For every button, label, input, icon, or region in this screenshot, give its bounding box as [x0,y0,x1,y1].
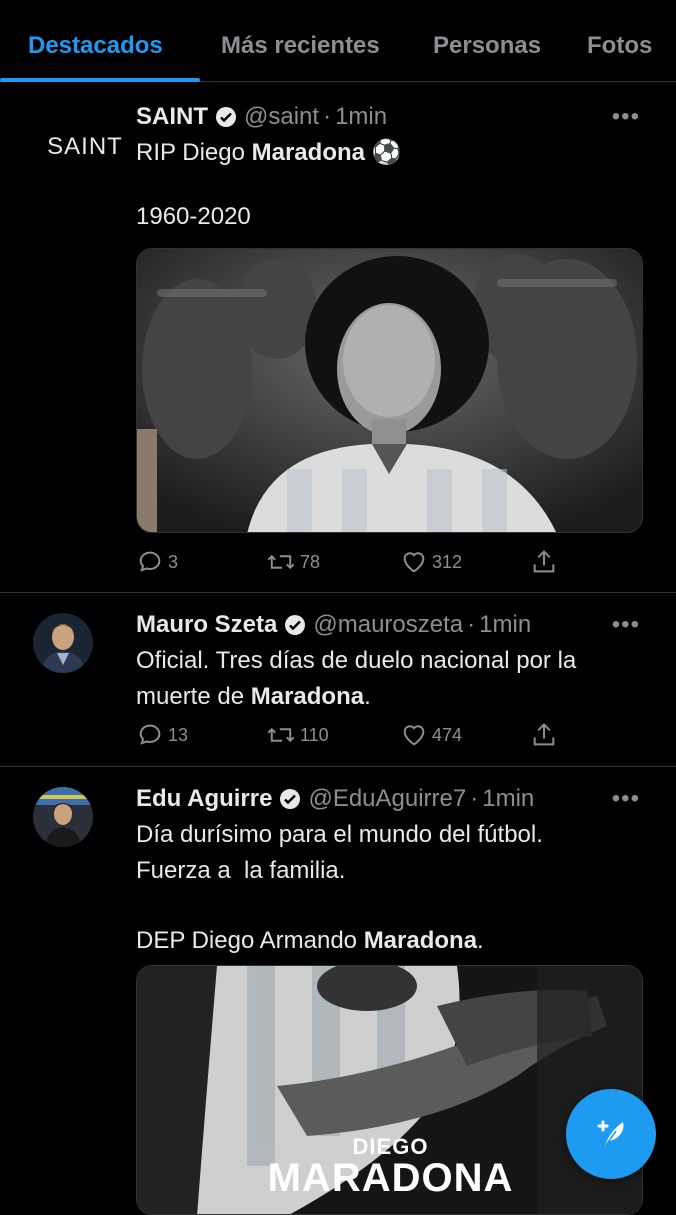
verified-badge-icon [283,613,307,637]
text-segment: muerte de [136,683,251,710]
heart-icon [403,725,425,746]
maradona-photo [137,249,642,532]
retweet-icon [267,554,295,570]
timeline-tabs: Destacados Más recientes Personas Fotos [0,0,676,82]
more-options-icon[interactable]: ••• [612,103,640,131]
tweet-text: Día durísimo para el mundo del fútbol. F… [136,817,646,959]
retweet-button[interactable]: 110 [266,721,329,749]
tweet-photo[interactable]: DIEGO MARADONA [136,965,643,1215]
tab-mas-recientes[interactable]: Más recientes [221,32,380,60]
text-line: Día durísimo para el mundo del fútbol. [136,821,543,848]
tweet-photo[interactable] [136,248,643,533]
mauro-avatar-photo [33,613,93,673]
retweet-count: 110 [300,724,329,745]
avatar[interactable] [33,613,93,673]
reply-count: 3 [168,551,179,572]
author-name[interactable]: Mauro Szeta [136,611,277,639]
share-icon [533,723,555,746]
like-count: 474 [432,724,463,745]
reply-button[interactable]: 3 [136,548,178,576]
tweet-saint[interactable]: SAINT SAINT @saint · 1min ••• RIP Diego … [0,83,676,593]
retweet-button[interactable]: 78 [266,548,320,576]
active-tab-indicator [0,78,200,82]
reply-icon [139,724,161,745]
text-line: 1960-2020 [136,203,251,230]
compose-tweet-button[interactable] [566,1089,656,1179]
text-line: Fuerza a la familia. [136,857,346,884]
share-icon [533,550,555,573]
tweet-header: SAINT @saint · 1min [136,103,387,131]
reply-button[interactable]: 13 [136,721,188,749]
text-segment: DEP Diego Armando [136,927,364,954]
retweet-icon [267,727,295,743]
like-button[interactable]: 474 [400,721,462,749]
keyword-bold: Maradona [251,139,365,166]
separator-dot: · [470,785,479,812]
text-segment: . [364,683,371,710]
more-options-icon[interactable]: ••• [612,611,640,639]
media-caption-big: MARADONA [267,1156,514,1200]
avatar[interactable] [33,787,93,847]
keyword-bold: Maradona [363,927,478,954]
tweet-time: 1min [479,611,532,638]
reply-count: 13 [168,724,189,745]
reply-icon [139,551,161,572]
verified-badge-icon [214,105,238,129]
tab-fotos[interactable]: Fotos [587,32,652,60]
tweet-time: 1min [482,785,535,812]
text-segment: RIP Diego [136,139,252,166]
text-segment: . [477,927,484,954]
separator-dot: · [323,103,332,130]
like-button[interactable]: 312 [400,548,462,576]
keyword-bold: Maradona [250,683,365,710]
soccer-ball-icon: ⚽ [371,139,402,166]
retweet-count: 78 [300,551,321,572]
tweet-actions: 3 78 312 [136,548,566,578]
author-handle[interactable]: @mauroszeta [313,611,463,639]
separator-dot: · [467,611,476,638]
compose-feather-icon [597,1120,624,1146]
tweet-time: 1min [335,103,388,130]
more-options-icon[interactable]: ••• [612,785,640,813]
tweet-text: Oficial. Tres días de duelo nacional por… [136,643,646,715]
verified-badge-icon [278,787,302,811]
author-name[interactable]: SAINT [136,103,208,131]
tweet-text: RIP Diego Maradona ⚽ 1960-2020 [136,135,646,235]
tweet-actions: 13 110 474 [136,721,566,751]
tab-destacados[interactable]: Destacados [28,32,163,60]
saint-logo-text: SAINT [47,133,123,160]
avatar[interactable]: SAINT [40,117,130,177]
tweet-mauro-szeta[interactable]: Mauro Szeta @mauroszeta · 1min ••• Ofici… [0,593,676,767]
edu-avatar-photo [33,787,93,847]
like-count: 312 [432,551,463,572]
author-handle[interactable]: @EduAguirre7 [308,785,466,813]
author-handle[interactable]: @saint [244,103,319,131]
heart-icon [403,552,425,573]
text-line: Oficial. Tres días de duelo nacional por… [136,647,577,674]
tab-personas[interactable]: Personas [433,32,541,60]
author-name[interactable]: Edu Aguirre [136,785,272,813]
tweet-header: Mauro Szeta @mauroszeta · 1min [136,611,531,639]
share-button[interactable] [530,721,562,749]
tweet-header: Edu Aguirre @EduAguirre7 · 1min [136,785,534,813]
share-button[interactable] [530,548,562,576]
